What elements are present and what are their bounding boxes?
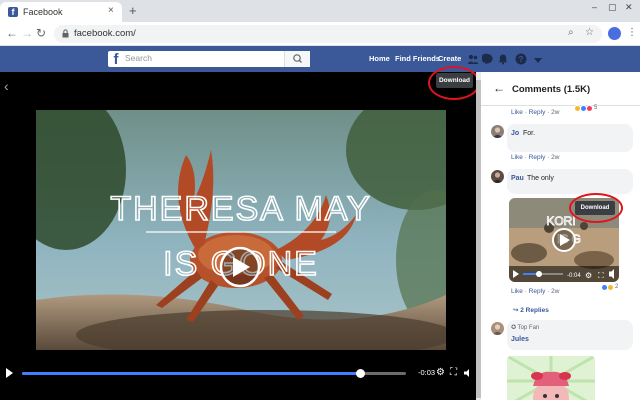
comment-video-time: -0:04 bbox=[567, 273, 581, 279]
comment-video-overlay-text-1: KORI bbox=[546, 214, 575, 228]
like-link[interactable]: Like bbox=[511, 288, 523, 295]
video-viewer: ‹ THERESA MAY IS GONE Download -0:03 ⚙ ⛶ bbox=[0, 66, 480, 400]
video-scene: THERESA MAY IS GONE bbox=[36, 110, 446, 350]
top-fan-icon: ✪ bbox=[511, 325, 518, 331]
avatar[interactable] bbox=[491, 322, 504, 335]
extension-icon[interactable] bbox=[608, 27, 621, 40]
search-input[interactable]: Search bbox=[125, 53, 152, 63]
comment-play-button-icon[interactable] bbox=[552, 228, 576, 252]
comment-sticker-image bbox=[507, 356, 595, 400]
tab-title: Facebook bbox=[23, 7, 63, 17]
help-icon[interactable]: ? bbox=[515, 53, 527, 65]
like-link[interactable]: Like bbox=[511, 154, 523, 161]
comment-bubble: Pau The only bbox=[507, 169, 633, 194]
browser-tab[interactable]: f Facebook × bbox=[0, 2, 122, 22]
progress-knob[interactable] bbox=[355, 369, 365, 378]
comment-meta: Like · Reply · 2w bbox=[511, 154, 560, 161]
comment-download-highlight-circle bbox=[569, 193, 623, 223]
video-controls: -0:03 ⚙ ⛶ bbox=[0, 362, 476, 384]
play-button-icon[interactable] bbox=[219, 246, 261, 288]
tab-close-icon[interactable]: × bbox=[108, 5, 114, 16]
search-button[interactable] bbox=[284, 51, 310, 67]
time-remaining: -0:03 bbox=[418, 368, 436, 377]
comment-author[interactable]: Jules bbox=[511, 336, 529, 343]
back-arrow-icon[interactable]: ← bbox=[493, 81, 505, 95]
view-replies-link[interactable]: ↪ 2 Replies bbox=[513, 306, 549, 314]
maximize-icon[interactable]: ▢ bbox=[608, 2, 617, 13]
haha-reaction-icon bbox=[607, 284, 614, 291]
video-player[interactable]: THERESA MAY IS GONE bbox=[36, 110, 446, 350]
forward-arrow-icon[interactable]: → bbox=[21, 26, 33, 40]
top-fan-badge: ✪ Top Fan bbox=[511, 325, 540, 331]
comment-age: 2w bbox=[551, 154, 560, 161]
volume-icon[interactable] bbox=[463, 368, 473, 378]
browser-tab-bar: f Facebook × + – ▢ ✕ bbox=[0, 0, 640, 22]
svg-text:⚙: ⚙ bbox=[585, 271, 592, 280]
search-icon bbox=[293, 54, 302, 63]
comment-bubble: Jo For. bbox=[507, 124, 633, 152]
download-highlight-circle bbox=[428, 66, 480, 100]
progress-fill bbox=[22, 372, 360, 375]
svg-text:⛶: ⛶ bbox=[597, 271, 604, 280]
comments-header: ← Comments (1.5K) bbox=[481, 72, 640, 106]
friends-icon[interactable] bbox=[467, 53, 479, 65]
lock-icon bbox=[62, 29, 69, 38]
facebook-header: f Search Home Find Friends Create ? bbox=[0, 46, 640, 72]
account-menu-caret-icon[interactable] bbox=[532, 55, 544, 67]
comment-author[interactable]: Pau bbox=[511, 175, 524, 182]
comment-age: 2w bbox=[551, 109, 560, 116]
comments-panel: ← Comments (1.5K) Like · Reply · 2w 5 Jo… bbox=[481, 72, 640, 400]
comment-age: 2w bbox=[551, 288, 560, 295]
avatar[interactable] bbox=[491, 125, 504, 138]
reply-link[interactable]: Reply bbox=[529, 109, 546, 116]
settings-gear-icon[interactable]: ⚙ bbox=[436, 367, 445, 378]
nav-create[interactable]: Create bbox=[438, 54, 461, 63]
reaction-count: 2 bbox=[615, 284, 619, 290]
reply-link[interactable]: Reply bbox=[529, 288, 546, 295]
reload-icon[interactable]: ↻ bbox=[36, 26, 46, 40]
fullscreen-icon[interactable]: ⛶ bbox=[450, 367, 457, 378]
bookmark-star-icon[interactable]: ☆ bbox=[585, 27, 594, 38]
comment-text: For. bbox=[523, 130, 536, 137]
comment-bubble: ✪ Top Fan Jules bbox=[507, 320, 633, 350]
reply-link[interactable]: Reply bbox=[529, 154, 546, 161]
play-control-icon[interactable] bbox=[6, 368, 13, 378]
love-reaction-icon bbox=[586, 105, 593, 112]
avatar[interactable] bbox=[491, 170, 504, 183]
comment-meta: Like · Reply · 2w bbox=[511, 109, 560, 116]
comment-author[interactable]: Jo bbox=[511, 130, 519, 137]
facebook-favicon-icon: f bbox=[8, 7, 18, 17]
notifications-bell-icon[interactable] bbox=[497, 53, 509, 65]
url-text: facebook.com/ bbox=[74, 28, 136, 39]
address-bar[interactable]: facebook.com/ ⌕ ☆ bbox=[54, 25, 602, 43]
comment-meta: Like · Reply · 2w bbox=[511, 288, 560, 295]
browser-toolbar: ← → ↻ facebook.com/ ⌕ ☆ ⋮ bbox=[0, 22, 640, 46]
svg-text:?: ? bbox=[519, 55, 524, 64]
previous-chevron-icon[interactable]: ‹ bbox=[4, 78, 9, 94]
comment-text: The only bbox=[527, 175, 554, 182]
menu-dots-icon[interactable]: ⋮ bbox=[627, 27, 637, 38]
progress-bar[interactable] bbox=[22, 369, 406, 378]
like-link[interactable]: Like bbox=[511, 109, 523, 116]
nav-find-friends[interactable]: Find Friends bbox=[395, 54, 440, 63]
video-overlay-text-1: THERESA MAY bbox=[110, 190, 371, 228]
messenger-icon[interactable] bbox=[482, 53, 494, 65]
comments-title: Comments (1.5K) bbox=[512, 84, 591, 95]
close-window-icon[interactable]: ✕ bbox=[625, 2, 633, 13]
back-arrow-icon[interactable]: ← bbox=[6, 26, 18, 40]
search-box[interactable]: Search bbox=[122, 51, 310, 67]
nav-home[interactable]: Home bbox=[369, 54, 390, 63]
zoom-icon[interactable]: ⌕ bbox=[568, 27, 574, 38]
minimize-icon[interactable]: – bbox=[592, 2, 597, 12]
reaction-count: 5 bbox=[594, 105, 598, 111]
new-tab-icon[interactable]: + bbox=[129, 3, 137, 18]
